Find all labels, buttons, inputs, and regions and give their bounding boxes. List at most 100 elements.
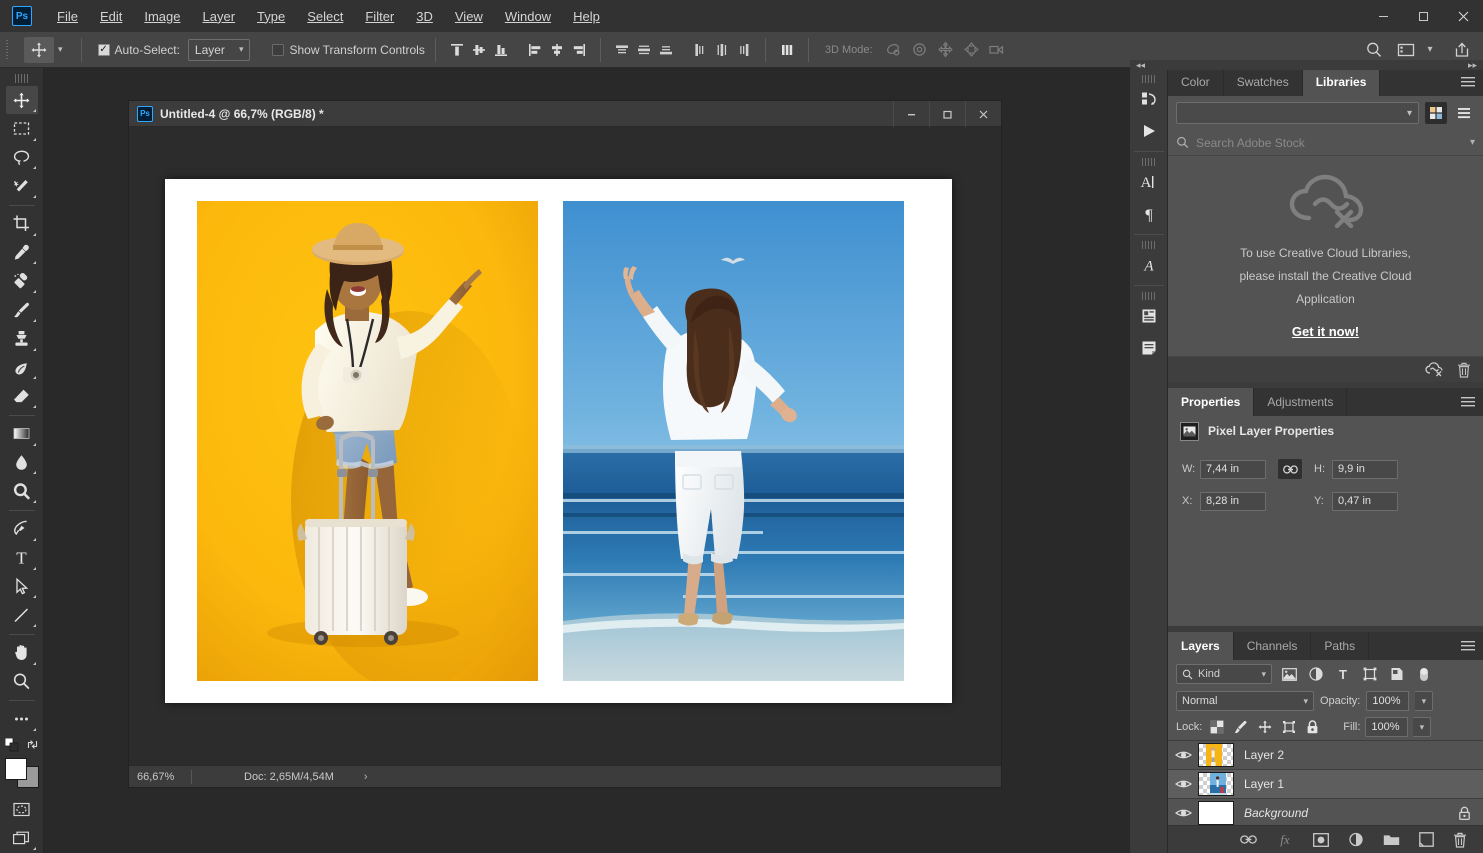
tab-channels[interactable]: Channels	[1234, 632, 1312, 660]
align-horizontal-centers-button[interactable]	[546, 39, 568, 61]
line-tool[interactable]	[6, 601, 38, 629]
zoom-level[interactable]: 66,67%	[129, 771, 191, 783]
notes-panel-icon-button[interactable]	[1134, 333, 1164, 363]
width-field[interactable]: 7,44 in	[1200, 459, 1266, 479]
layers-panel-menu-button[interactable]	[1461, 632, 1475, 660]
tab-libraries[interactable]: Libraries	[1302, 68, 1381, 96]
filter-smart-object-button[interactable]	[1387, 664, 1407, 684]
hand-tool[interactable]	[6, 639, 38, 667]
distribute-top-edges-button[interactable]	[611, 39, 633, 61]
actions-panel-icon-button[interactable]	[1134, 116, 1164, 146]
blur-tool[interactable]	[6, 449, 38, 477]
horizontal-type-tool[interactable]: T	[6, 544, 38, 572]
menu-file[interactable]: File	[46, 0, 89, 32]
share-button[interactable]	[1451, 39, 1473, 61]
filter-toggle-button[interactable]	[1414, 664, 1434, 684]
new-adjustment-layer-button[interactable]	[1348, 832, 1364, 848]
history-panel-icon-button[interactable]	[1134, 84, 1164, 114]
get-it-now-link[interactable]: Get it now!	[1292, 324, 1359, 339]
libraries-panel-menu-button[interactable]	[1461, 68, 1475, 96]
menu-select[interactable]: Select	[296, 0, 354, 32]
move-tool[interactable]	[5, 86, 38, 114]
filter-pixel-button[interactable]	[1279, 664, 1299, 684]
layer-thumbnail[interactable]	[1198, 772, 1234, 796]
tab-layers[interactable]: Layers	[1168, 632, 1234, 660]
lock-all-button[interactable]	[1303, 718, 1322, 737]
tab-adjustments[interactable]: Adjustments	[1254, 388, 1348, 416]
auto-select-checkbox[interactable]: ✓	[97, 43, 110, 56]
layer-visibility-toggle[interactable]	[1168, 778, 1198, 790]
document-title-bar[interactable]: Ps Untitled-4 @ 66,7% (RGB/8) *	[129, 101, 1001, 127]
color-swatches[interactable]	[4, 757, 39, 788]
eyedropper-tool[interactable]	[6, 239, 38, 267]
tool-preset-chevron-icon[interactable]: ▾	[58, 44, 63, 55]
layer-style-button[interactable]: fx	[1276, 832, 1294, 847]
lock-artboard-button[interactable]	[1279, 718, 1298, 737]
document-canvas[interactable]	[129, 127, 1001, 765]
document-maximize-button[interactable]	[929, 101, 965, 127]
library-select-dropdown[interactable]: ▾	[1176, 102, 1419, 124]
distribute-horizontal-centers-button[interactable]	[711, 39, 733, 61]
rail-grip-2[interactable]	[1141, 158, 1156, 166]
swap-colors-icon[interactable]	[26, 738, 39, 751]
y-position-field[interactable]: 0,47 in	[1332, 491, 1398, 511]
height-field[interactable]: 9,9 in	[1332, 459, 1398, 479]
tab-swatches[interactable]: Swatches	[1224, 68, 1303, 96]
distribute-left-edges-button[interactable]	[689, 39, 711, 61]
rectangular-marquee-tool[interactable]	[6, 115, 38, 143]
link-layers-button[interactable]	[1240, 834, 1257, 845]
lasso-tool[interactable]	[6, 144, 38, 172]
pen-tool[interactable]	[6, 515, 38, 543]
delete-library-button[interactable]	[1457, 362, 1471, 378]
table-row[interactable]: Layer 1	[1168, 770, 1483, 799]
history-brush-tool[interactable]	[6, 354, 38, 382]
rail-grip-1[interactable]	[1141, 75, 1156, 83]
tab-color[interactable]: Color	[1168, 68, 1224, 96]
layer-visibility-toggle[interactable]	[1168, 807, 1198, 819]
x-position-field[interactable]: 8,28 in	[1200, 491, 1266, 511]
auto-select-checkbox-group[interactable]: ✓ Auto-Select:	[97, 43, 180, 57]
align-right-edges-button[interactable]	[568, 39, 590, 61]
menu-3d[interactable]: 3D	[405, 0, 444, 32]
document-close-button[interactable]	[965, 101, 1001, 127]
tab-properties[interactable]: Properties	[1168, 388, 1255, 416]
opacity-field[interactable]: 100%	[1366, 691, 1410, 711]
opacity-stepper-chevron[interactable]: ▾	[1415, 691, 1434, 711]
status-expand-arrow-icon[interactable]: ›	[364, 771, 368, 783]
delete-layer-button[interactable]	[1453, 832, 1467, 848]
adobe-stock-search[interactable]: ▾	[1168, 130, 1483, 156]
layer-name[interactable]: Layer 2	[1244, 748, 1284, 762]
table-row[interactable]: Layer 2	[1168, 741, 1483, 770]
orbit-3d-button[interactable]	[883, 39, 905, 61]
path-selection-tool[interactable]	[6, 573, 38, 601]
roll-3d-button[interactable]	[909, 39, 931, 61]
magic-wand-tool[interactable]	[6, 172, 38, 200]
workspace-chevron-button[interactable]: ▾	[1419, 39, 1441, 61]
minimize-button[interactable]	[1363, 0, 1403, 32]
brush-tool[interactable]	[6, 296, 38, 324]
clone-stamp-tool[interactable]	[6, 325, 38, 353]
align-vertical-centers-button[interactable]	[468, 39, 490, 61]
maximize-button[interactable]	[1403, 0, 1443, 32]
layer-comps-panel-icon-button[interactable]	[1134, 301, 1164, 331]
filter-adjustment-button[interactable]	[1306, 664, 1326, 684]
menu-help[interactable]: Help	[562, 0, 611, 32]
toolbar-grip[interactable]	[14, 74, 29, 84]
new-layer-button[interactable]	[1419, 832, 1434, 847]
gradient-tool[interactable]	[6, 420, 38, 448]
menu-edit[interactable]: Edit	[89, 0, 133, 32]
align-left-edges-button[interactable]	[524, 39, 546, 61]
filter-type-button[interactable]: T	[1333, 664, 1353, 684]
table-row[interactable]: Background	[1168, 799, 1483, 828]
options-bar-grip[interactable]	[6, 39, 14, 60]
menu-window[interactable]: Window	[494, 0, 562, 32]
camera-3d-button[interactable]	[987, 39, 1009, 61]
close-button[interactable]	[1443, 0, 1483, 32]
search-button[interactable]	[1363, 39, 1385, 61]
spot-healing-brush-tool[interactable]	[6, 267, 38, 295]
layer-thumbnail[interactable]	[1198, 801, 1234, 825]
menu-filter[interactable]: Filter	[354, 0, 405, 32]
pan-3d-button[interactable]	[935, 39, 957, 61]
workspace-switcher-button[interactable]	[1395, 39, 1417, 61]
foreground-color-swatch[interactable]	[4, 757, 27, 780]
